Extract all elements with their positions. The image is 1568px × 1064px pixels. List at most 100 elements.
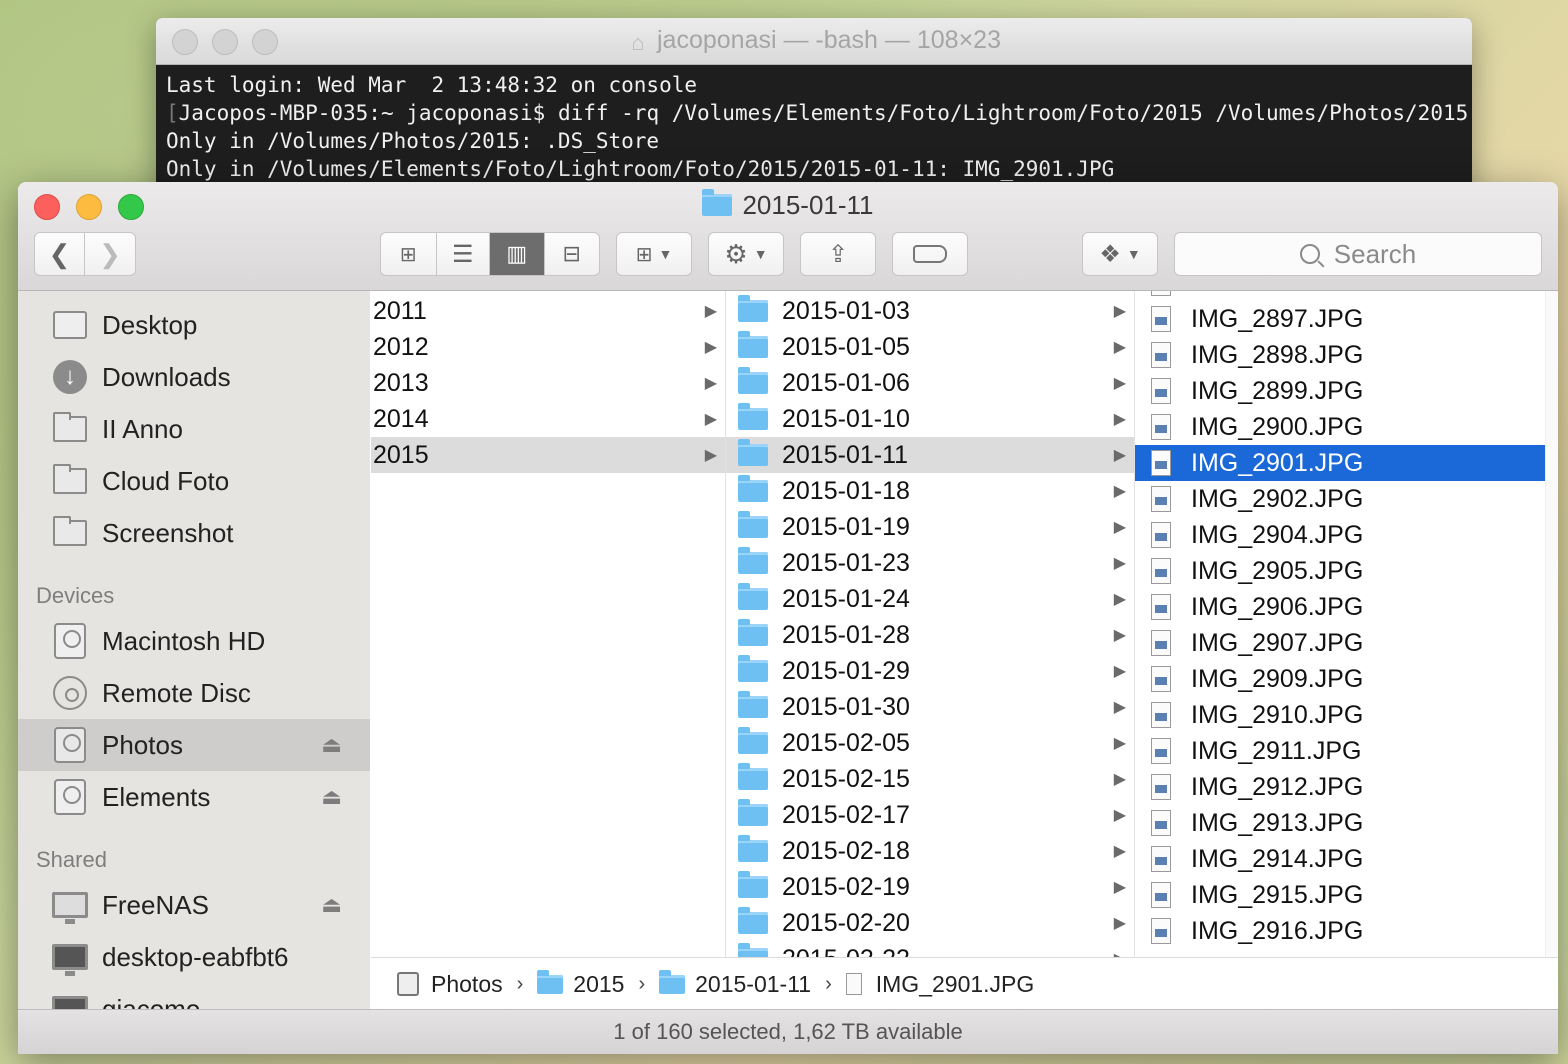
date-folder-row[interactable]: 2015-01-05 ▶ <box>726 329 1134 365</box>
row-label: 2015-01-10 <box>782 404 910 433</box>
file-row[interactable]: IMG_2899.JPG <box>1135 373 1546 409</box>
sidebar-item-freenas[interactable]: FreeNAS ⏏ <box>18 879 370 931</box>
search-placeholder: Search <box>1333 238 1417 269</box>
eject-icon[interactable]: ⏏ <box>321 892 342 918</box>
date-folder-row[interactable]: 2015-02-05 ▶ <box>726 725 1134 761</box>
year-folder-row[interactable]: 2011 ▶ <box>371 293 725 329</box>
row-label: IMG_2907.JPG <box>1191 628 1364 657</box>
sidebar-item-photos[interactable]: Photos ⏏ <box>18 719 370 771</box>
year-folder-row[interactable]: 2014 ▶ <box>371 401 725 437</box>
sidebar-item-label: II Anno <box>102 413 183 444</box>
folder-icon <box>52 516 88 549</box>
share-button[interactable]: ⇪ <box>800 232 876 276</box>
date-folder-row[interactable]: 2015-01-11 ▶ <box>726 437 1134 473</box>
file-row[interactable]: IMG_2898.JPG <box>1135 337 1546 373</box>
date-folder-row[interactable]: 2015-02-19 ▶ <box>726 869 1134 905</box>
file-row[interactable]: IMG_2902.JPG <box>1135 481 1546 517</box>
file-row[interactable]: IMG_2909.JPG <box>1135 661 1546 697</box>
icon-view-button[interactable]: ⊞ <box>381 233 437 275</box>
image-file-icon <box>1151 594 1171 620</box>
action-button[interactable]: ⚙ ▼ <box>708 232 784 276</box>
date-folder-row[interactable]: 2015-01-30 ▶ <box>726 689 1134 725</box>
eject-icon[interactable]: ⏏ <box>321 732 342 758</box>
column-view-button[interactable]: ▥ <box>490 233 545 275</box>
terminal-output[interactable]: Last login: Wed Mar 2 13:48:32 on consol… <box>156 65 1472 189</box>
chevron-down-icon: ▼ <box>1126 246 1141 262</box>
file-row[interactable]: IMG_2897.JPG <box>1135 301 1546 337</box>
date-folder-row[interactable]: 2015-01-24 ▶ <box>726 581 1134 617</box>
row-label: 2012 <box>373 332 429 361</box>
scrollbar[interactable] <box>1545 291 1558 958</box>
date-folder-row[interactable]: 2015-02-15 ▶ <box>726 761 1134 797</box>
list-icon: ☰ <box>452 240 474 268</box>
date-folder-row[interactable]: 2015-01-19 ▶ <box>726 509 1134 545</box>
sidebar-item-giacomo[interactable]: giacomo <box>18 983 370 1010</box>
date-folder-row[interactable]: 2015-02-20 ▶ <box>726 905 1134 941</box>
date-folder-row[interactable]: 2015-01-06 ▶ <box>726 365 1134 401</box>
path-item-2015[interactable]: 2015 <box>573 971 624 998</box>
date-folder-row[interactable]: 2015-01-28 ▶ <box>726 617 1134 653</box>
window-title: 2015-01-11 <box>18 189 1558 221</box>
file-row[interactable]: IMG_2907.JPG <box>1135 625 1546 661</box>
disclosure-arrow-icon: ▶ <box>704 303 717 320</box>
file-row[interactable] <box>1135 291 1546 301</box>
path-item-photos[interactable]: Photos <box>431 971 503 998</box>
eject-icon[interactable]: ⏏ <box>321 784 342 810</box>
image-file-icon <box>1151 630 1171 656</box>
folder-icon <box>738 907 768 934</box>
sidebar-item-screenshot[interactable]: Screenshot <box>18 507 370 559</box>
tags-button[interactable] <box>892 232 968 276</box>
sidebar-item-ii-anno[interactable]: II Anno <box>18 403 370 455</box>
file-row[interactable]: IMG_2901.JPG <box>1135 445 1546 481</box>
year-folder-row[interactable]: 2012 ▶ <box>371 329 725 365</box>
disclosure-arrow-icon: ▶ <box>1113 483 1126 500</box>
disc-icon <box>52 676 88 710</box>
sidebar-item-remote-disc[interactable]: Remote Disc <box>18 667 370 719</box>
file-row[interactable]: IMG_2915.JPG <box>1135 877 1546 913</box>
sidebar-item-elements[interactable]: Elements ⏏ <box>18 771 370 823</box>
date-folder-row[interactable]: 2015-02-18 ▶ <box>726 833 1134 869</box>
sidebar-item-downloads[interactable]: ↓ Downloads <box>18 351 370 403</box>
chevron-left-icon: ❮ <box>48 238 71 269</box>
file-row[interactable]: IMG_2906.JPG <box>1135 589 1546 625</box>
search-field[interactable]: Search <box>1174 232 1542 276</box>
file-row[interactable]: IMG_2911.JPG <box>1135 733 1546 769</box>
date-folder-row[interactable]: 2015-02-17 ▶ <box>726 797 1134 833</box>
disclosure-arrow-icon: ▶ <box>704 411 717 428</box>
share-icon: ⇪ <box>827 240 849 268</box>
dropbox-button[interactable]: ❖ ▼ <box>1082 232 1158 276</box>
image-file-icon <box>1151 846 1171 872</box>
file-row[interactable]: IMG_2900.JPG <box>1135 409 1546 445</box>
file-row[interactable]: IMG_2914.JPG <box>1135 841 1546 877</box>
back-button[interactable]: ❮ <box>35 233 86 275</box>
cover-flow-button[interactable]: ⊟ <box>545 233 599 275</box>
forward-button[interactable]: ❯ <box>85 233 135 275</box>
path-item-file[interactable]: IMG_2901.JPG <box>876 971 1035 998</box>
terminal-window: ⌂ jacoponasi — -bash — 108×23 Last login:… <box>156 18 1472 198</box>
arrange-button[interactable]: ⊞ ▼ <box>616 232 692 276</box>
sidebar-item-cloud-foto[interactable]: Cloud Foto <box>18 455 370 507</box>
file-row[interactable]: IMG_2916.JPG <box>1135 913 1546 949</box>
file-row[interactable]: IMG_2905.JPG <box>1135 553 1546 589</box>
column-years: 2011 ▶ 2012 ▶ 2013 ▶ 2014 ▶ 2015 ▶ <box>371 291 726 958</box>
list-view-button[interactable]: ☰ <box>437 233 491 275</box>
date-folder-row[interactable]: 2015-02-22▶ <box>726 941 1134 958</box>
file-row[interactable]: IMG_2910.JPG <box>1135 697 1546 733</box>
year-folder-row[interactable]: 2013 ▶ <box>371 365 725 401</box>
file-row[interactable]: IMG_2912.JPG <box>1135 769 1546 805</box>
date-folder-row[interactable]: 2015-01-29 ▶ <box>726 653 1134 689</box>
sidebar-item-desktop-eabfbt6[interactable]: desktop-eabfbt6 <box>18 931 370 983</box>
date-folder-row[interactable]: 2015-01-03 ▶ <box>726 293 1134 329</box>
date-folder-row[interactable]: 2015-01-23 ▶ <box>726 545 1134 581</box>
row-label: IMG_2905.JPG <box>1191 556 1364 585</box>
sidebar-item-label: Photos <box>102 729 183 760</box>
chevron-right-icon: › <box>638 972 646 995</box>
file-row[interactable]: IMG_2913.JPG <box>1135 805 1546 841</box>
year-folder-row[interactable]: 2015 ▶ <box>371 437 725 473</box>
sidebar-item-macintosh-hd[interactable]: Macintosh HD <box>18 615 370 667</box>
date-folder-row[interactable]: 2015-01-18 ▶ <box>726 473 1134 509</box>
date-folder-row[interactable]: 2015-01-10 ▶ <box>726 401 1134 437</box>
file-row[interactable]: IMG_2904.JPG <box>1135 517 1546 553</box>
path-item-2015-01-11[interactable]: 2015-01-11 <box>695 971 811 998</box>
sidebar-item-desktop[interactable]: Desktop <box>18 299 370 351</box>
